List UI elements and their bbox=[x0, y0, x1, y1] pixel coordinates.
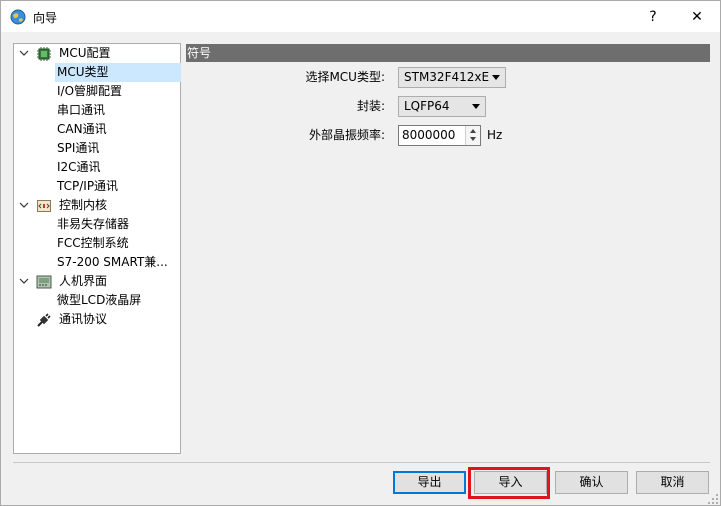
navigation-tree: MCU配置 MCU类型 I/O管脚配置 串口通讯 CAN通讯 SPI通讯 I2C… bbox=[13, 43, 181, 454]
window-title: 向导 bbox=[33, 11, 58, 25]
tree-label: 控制内核 bbox=[59, 198, 108, 212]
ok-button[interactable]: 确认 bbox=[555, 471, 628, 494]
tree-node-control-core[interactable]: 控制内核 bbox=[14, 196, 180, 215]
tree-label: SPI通讯 bbox=[57, 141, 100, 155]
tree-label: FCC控制系统 bbox=[57, 236, 129, 250]
tree-label: S7-200 SMART兼... bbox=[57, 255, 168, 269]
lcd-screen-icon bbox=[36, 275, 52, 289]
crystal-frequency-spinbox[interactable]: 8000000 bbox=[398, 125, 481, 146]
tree-label: I/O管脚配置 bbox=[57, 84, 123, 98]
close-button[interactable]: ✕ bbox=[675, 1, 719, 32]
tree-label: 非易失存储器 bbox=[57, 217, 130, 231]
title-bar: 向导 ? ✕ bbox=[1, 1, 720, 32]
crystal-frequency-value[interactable]: 8000000 bbox=[402, 128, 455, 142]
crystal-frequency-unit: Hz bbox=[487, 128, 503, 142]
chip-icon bbox=[37, 47, 51, 61]
panel-header: 符号 bbox=[186, 44, 710, 62]
spin-up-icon[interactable] bbox=[470, 129, 476, 133]
chevron-down-icon[interactable] bbox=[18, 44, 30, 63]
tree-node-protocol[interactable]: 通讯协议 bbox=[14, 310, 180, 329]
cancel-button[interactable]: 取消 bbox=[636, 471, 709, 494]
package-value: LQFP64 bbox=[404, 99, 450, 113]
tree-label: 人机界面 bbox=[59, 274, 108, 288]
help-button[interactable]: ? bbox=[631, 1, 675, 32]
crystal-frequency-label: 外部晶振频率: bbox=[308, 128, 385, 142]
tree-label: 串口通讯 bbox=[57, 103, 106, 117]
chevron-down-icon[interactable] bbox=[18, 196, 30, 215]
mcu-type-value: STM32F412xE bbox=[404, 70, 490, 84]
import-highlight-box bbox=[468, 467, 550, 499]
spin-buttons[interactable] bbox=[465, 126, 480, 145]
tree-label: 通讯协议 bbox=[59, 312, 108, 326]
tree-label: TCP/IP通讯 bbox=[57, 179, 119, 193]
mcu-type-label: 选择MCU类型: bbox=[305, 70, 385, 84]
globe-icon bbox=[10, 9, 26, 25]
mcu-type-select[interactable]: STM32F412xE bbox=[398, 67, 506, 88]
tree-label: MCU配置 bbox=[59, 46, 111, 60]
spin-down-icon[interactable] bbox=[470, 137, 476, 141]
tree-label: MCU类型 bbox=[57, 65, 109, 79]
wizard-window: 向导 ? ✕ MCU配置 MCU类型 I/O管脚配置 串口通讯 CAN通讯 SP… bbox=[0, 0, 721, 506]
chevron-down-icon[interactable] bbox=[18, 272, 30, 291]
dropdown-arrow-icon bbox=[472, 104, 480, 109]
resize-grip-icon[interactable] bbox=[707, 493, 719, 505]
code-module-icon bbox=[37, 200, 51, 212]
plug-icon bbox=[37, 313, 51, 327]
tree-node-hmi[interactable]: 人机界面 bbox=[14, 272, 180, 291]
dropdown-arrow-icon bbox=[492, 75, 500, 80]
tree-label: CAN通讯 bbox=[57, 122, 107, 136]
package-label: 封装: bbox=[356, 99, 385, 113]
tree-node-mcu-config[interactable]: MCU配置 bbox=[14, 44, 180, 63]
tree-label: I2C通讯 bbox=[57, 160, 101, 174]
package-select[interactable]: LQFP64 bbox=[398, 96, 486, 117]
export-button[interactable]: 导出 bbox=[393, 471, 466, 494]
tree-label: 微型LCD液晶屏 bbox=[57, 293, 142, 307]
footer-separator bbox=[13, 462, 710, 463]
